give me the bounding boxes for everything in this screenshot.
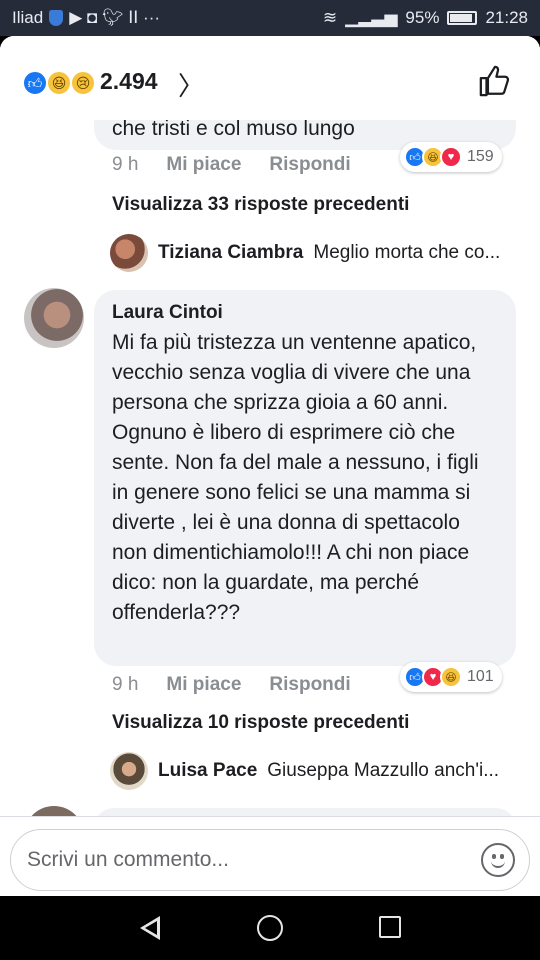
reaction-count: 101 [467, 668, 494, 685]
comment-bubble[interactable]: Laura Cintoi Mi fa più tristezza un vent… [94, 290, 516, 666]
comment-text: Mi fa più tristezza un ventenne apatico,… [112, 331, 479, 624]
reply-author[interactable]: Luisa Pace [158, 760, 257, 782]
clock: 21:28 [485, 8, 528, 27]
comment-composer: Scrivi un commento... [0, 816, 540, 896]
battery-percent: 95% [405, 8, 440, 27]
reaction-count[interactable]: 2.494 [100, 68, 158, 95]
like-reaction-icon: 👍︎ [22, 70, 48, 96]
reactions-header[interactable]: 👍︎ 😆︎ 😢︎ 2.494 〉 [0, 36, 540, 120]
system-navigation-bar [0, 896, 540, 960]
status-bar: Iliad ▶ ◘ 🐦︎ ⅠⅠ ··· ≋ ▁▂▃▅ 95% 21:28 [0, 0, 540, 36]
signal-icon: ▁▂▃▅ [345, 8, 398, 27]
chevron-right-icon[interactable]: 〉 [178, 66, 204, 103]
avatar[interactable] [110, 234, 148, 272]
wifi-icon: ≋ [322, 8, 338, 27]
reply-author[interactable]: Tiziana Ciambra [158, 242, 303, 264]
comment-reactions-pill[interactable]: 👍︎ ♥ 😆︎ 101 [400, 662, 502, 692]
like-link[interactable]: Mi piace [166, 154, 241, 176]
latest-reply[interactable]: Luisa Pace Giuseppa Mazzullo anch'i... [110, 752, 499, 790]
haha-reaction-icon: 😆︎ [46, 70, 72, 96]
comment-input-placeholder: Scrivi un commento... [27, 848, 229, 871]
reply-link[interactable]: Rispondi [269, 154, 350, 176]
latest-reply[interactable]: Tiziana Ciambra Meglio morta che co... [110, 234, 500, 272]
reply-snippet: Giuseppa Mazzullo anch'i... [267, 760, 500, 781]
comment-actions: 9 h Mi piace Rispondi [112, 154, 351, 176]
love-reaction-icon: ♥ [440, 146, 462, 168]
comment-author[interactable]: Laura Cintoi [112, 302, 498, 324]
back-icon[interactable] [140, 916, 160, 940]
reply-link[interactable]: Rispondi [269, 674, 350, 696]
comment-time: 9 h [112, 674, 139, 695]
avatar[interactable] [24, 288, 84, 348]
reply-snippet: Meglio morta che co... [313, 242, 501, 263]
comment-reactions-pill[interactable]: 👍︎ 😆︎ ♥ 159 [400, 142, 502, 172]
view-previous-replies[interactable]: Visualizza 33 risposte precedenti [112, 194, 409, 216]
haha-reaction-icon: 😆︎ [440, 666, 462, 688]
home-icon[interactable] [257, 915, 283, 941]
vpn-shield-icon [49, 10, 64, 26]
like-link[interactable]: Mi piace [166, 674, 241, 696]
comment-actions: 9 h Mi piace Rispondi [112, 674, 351, 696]
avatar[interactable] [110, 752, 148, 790]
sad-reaction-icon: 😢︎ [70, 70, 96, 96]
reaction-count: 159 [467, 148, 494, 165]
comment-time: 9 h [112, 154, 139, 175]
notification-icons: ▶ ◘ 🐦︎ ⅠⅠ ··· [69, 8, 161, 27]
recent-apps-icon[interactable] [379, 916, 401, 938]
comment-input[interactable]: Scrivi un commento... [10, 829, 530, 891]
view-previous-replies[interactable]: Visualizza 10 risposte precedenti [112, 712, 409, 734]
carrier-name: Iliad [12, 8, 44, 27]
like-outline-icon[interactable] [478, 64, 512, 98]
battery-icon [447, 11, 478, 25]
emoji-icon[interactable] [481, 843, 515, 877]
comments-sheet: 👍︎ 😆︎ 😢︎ 2.494 〉 che tristi e col muso l… [0, 36, 540, 896]
